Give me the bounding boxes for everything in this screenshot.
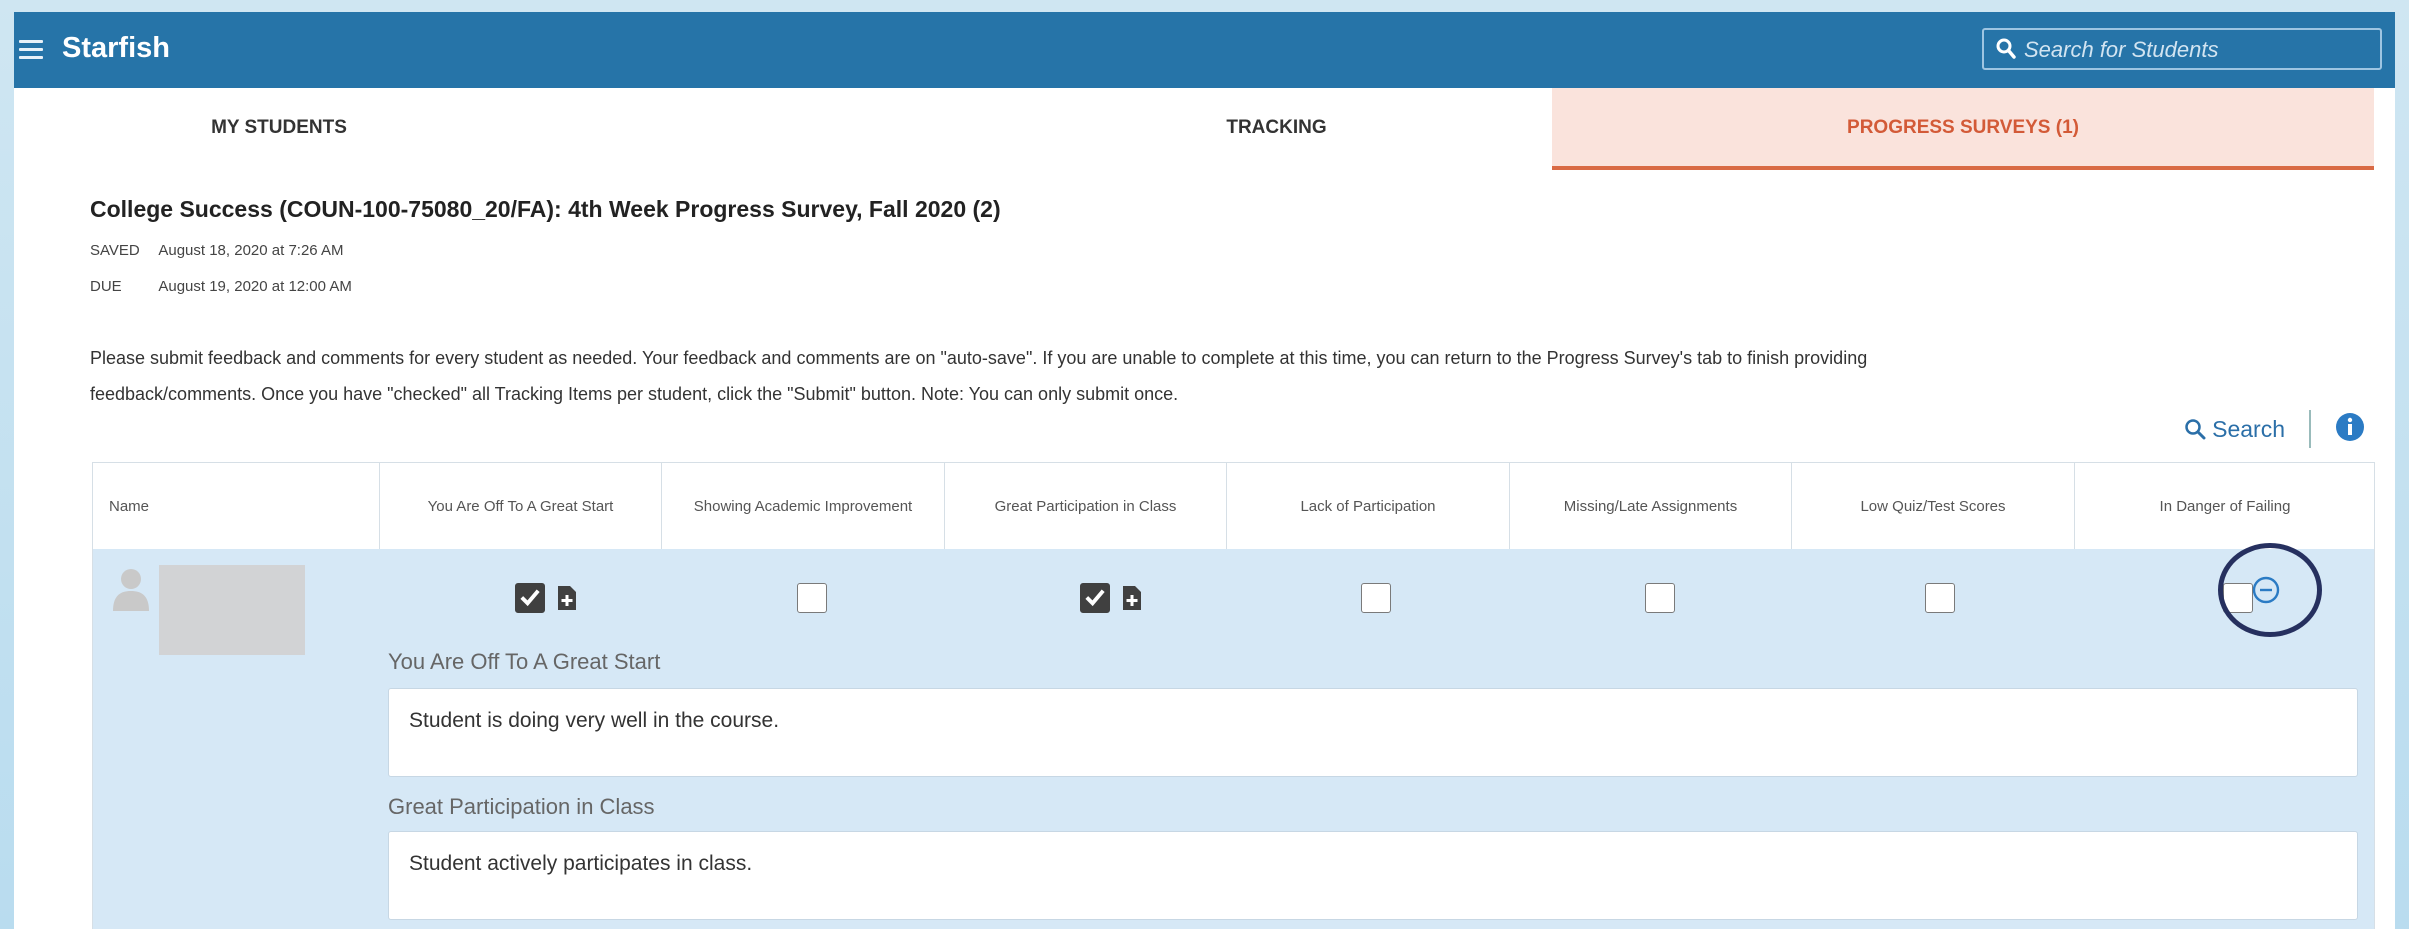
- col-missing-assignments: Missing/Late Assignments: [1510, 463, 1792, 549]
- tab-my-students[interactable]: MY STUDENTS: [14, 88, 544, 170]
- checkbox-great-participation[interactable]: [1080, 583, 1110, 613]
- col-great-participation: Great Participation in Class: [945, 463, 1227, 549]
- col-low-scores: Low Quiz/Test Scores: [1792, 463, 2075, 549]
- search-label: Search: [2212, 416, 2285, 442]
- col-academic-improvement: Showing Academic Improvement: [662, 463, 945, 549]
- collapse-minus-icon[interactable]: [2251, 575, 2281, 605]
- student-search-box[interactable]: [1982, 28, 2382, 70]
- feedback-label-great-participation: Great Participation in Class: [388, 794, 655, 819]
- saved-info: SAVED August 18, 2020 at 7:26 AM: [90, 242, 343, 259]
- due-value: August 19, 2020 at 12:00 AM: [158, 278, 352, 295]
- progress-survey-table: Name You Are Off To A Great Start Showin…: [92, 462, 2375, 929]
- survey-title: College Success (COUN-100-75080_20/FA): …: [90, 196, 1001, 222]
- comment-box-great-participation[interactable]: Student actively participates in class.: [388, 831, 2358, 920]
- search-icon: [1996, 38, 2016, 59]
- due-label: DUE: [90, 278, 122, 295]
- top-bar: Starfish: [14, 12, 2395, 88]
- col-danger-failing: In Danger of Failing: [2159, 497, 2291, 515]
- table-tools: Search: [2065, 410, 2365, 454]
- app-title: Starfish: [62, 32, 170, 64]
- table-row: You Are Off To A Great Start Student is …: [93, 543, 2374, 929]
- comment-box-great-start[interactable]: Student is doing very well in the course…: [388, 688, 2358, 777]
- checkbox-lack-participation[interactable]: [1361, 583, 1391, 613]
- toolbar-divider: [2309, 410, 2311, 448]
- checkbox-academic-improvement[interactable]: [797, 583, 827, 613]
- tab-bar: MY STUDENTS TRACKING PROGRESS SURVEYS (1…: [14, 88, 2395, 170]
- menu-icon[interactable]: [19, 40, 43, 60]
- col-name[interactable]: Name: [93, 463, 380, 549]
- app-window: Starfish MY STUDENTS TRACKING PROGRESS S…: [14, 12, 2395, 929]
- avatar-icon: [113, 569, 149, 611]
- checkbox-great-start[interactable]: [515, 583, 545, 613]
- tab-progress-surveys[interactable]: PROGRESS SURVEYS (1): [1552, 88, 2374, 170]
- instructions-line-2: feedback/comments. Once you have "checke…: [90, 384, 1179, 404]
- info-icon[interactable]: [2335, 412, 2365, 442]
- feedback-label-great-start: You Are Off To A Great Start: [388, 649, 661, 674]
- search-icon: [2184, 419, 2206, 440]
- student-name-redacted: [159, 565, 305, 655]
- note-add-icon[interactable]: [556, 585, 578, 611]
- checkbox-missing-assignments[interactable]: [1645, 583, 1675, 613]
- saved-label: SAVED: [90, 242, 140, 259]
- table-header: Name You Are Off To A Great Start Showin…: [93, 463, 2374, 550]
- survey-instructions: Please submit feedback and comments for …: [90, 340, 2395, 412]
- col-lack-participation: Lack of Participation: [1227, 463, 1510, 549]
- note-add-icon[interactable]: [1121, 585, 1143, 611]
- saved-value: August 18, 2020 at 7:26 AM: [158, 242, 344, 259]
- instructions-line-1: Please submit feedback and comments for …: [90, 348, 1868, 368]
- student-search-input[interactable]: [2022, 36, 2376, 64]
- checkbox-low-scores[interactable]: [1925, 583, 1955, 613]
- due-info: DUE August 19, 2020 at 12:00 AM: [90, 278, 352, 295]
- table-search-link[interactable]: Search: [2184, 416, 2285, 443]
- col-great-start: You Are Off To A Great Start: [380, 463, 662, 549]
